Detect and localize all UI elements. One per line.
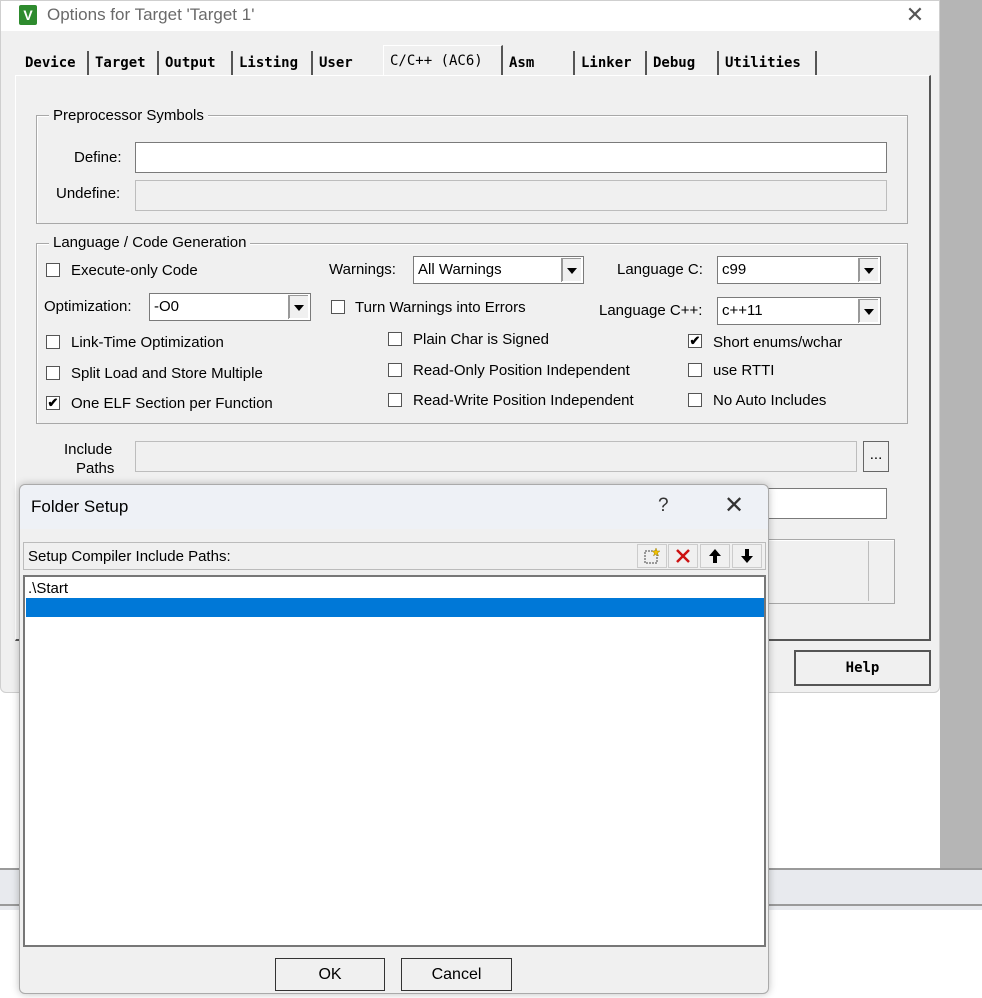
execute-only-label: Execute-only Code: [71, 262, 198, 279]
chevron-down-icon[interactable]: [288, 295, 309, 319]
tab-listing[interactable]: Listing: [233, 51, 313, 75]
language-group-title: Language / Code Generation: [49, 234, 251, 251]
help-icon[interactable]: ?: [658, 495, 669, 517]
tab-output[interactable]: Output: [159, 51, 233, 75]
warnings-errors-checkbox[interactable]: [331, 300, 345, 314]
language-c-label: Language C:: [617, 261, 703, 278]
tab-utilities[interactable]: Utilities: [719, 51, 817, 75]
tab-linker[interactable]: Linker: [575, 51, 647, 75]
warnings-select[interactable]: All Warnings: [413, 256, 584, 284]
warnings-value: All Warnings: [418, 261, 502, 278]
chevron-down-icon[interactable]: [561, 258, 582, 282]
tab-asm[interactable]: Asm: [503, 51, 575, 75]
tab-cc-ac6[interactable]: C/C++ (AC6): [383, 45, 503, 75]
preprocessor-group-title: Preprocessor Symbols: [49, 107, 208, 124]
rtti-checkbox[interactable]: [688, 363, 702, 377]
optimization-value: -O0: [154, 298, 180, 315]
tab-user[interactable]: User: [313, 51, 383, 75]
language-c-value: c99: [722, 261, 747, 278]
chevron-down-icon[interactable]: [858, 299, 879, 323]
define-input[interactable]: [135, 142, 887, 173]
split-load-checkbox[interactable]: [46, 366, 60, 380]
include-paths-list[interactable]: .\Start: [23, 575, 766, 947]
undefine-label: Undefine:: [56, 185, 121, 202]
ro-pi-checkbox[interactable]: [388, 363, 402, 377]
ok-button[interactable]: OK: [275, 958, 385, 991]
include-browse-button[interactable]: ...: [863, 441, 889, 472]
plain-char-label: Plain Char is Signed: [413, 331, 549, 348]
options-close-icon[interactable]: ✕: [903, 1, 927, 29]
tab-device[interactable]: Device: [19, 51, 89, 75]
arrow-up-icon[interactable]: [700, 544, 730, 568]
no-auto-checkbox[interactable]: [688, 393, 702, 407]
ro-pi-label: Read-Only Position Independent: [413, 362, 630, 379]
arrow-down-icon[interactable]: [732, 544, 762, 568]
define-label: Define:: [74, 149, 122, 166]
rw-pi-label: Read-Write Position Independent: [413, 392, 634, 409]
include-label-line2: Paths: [76, 460, 115, 477]
link-time-label: Link-Time Optimization: [71, 334, 224, 351]
short-enums-label: Short enums/wchar: [713, 334, 843, 351]
language-c-select[interactable]: c99: [717, 256, 881, 284]
undefine-input[interactable]: [135, 180, 887, 211]
help-button[interactable]: Help: [794, 650, 931, 686]
misc-controls-input[interactable]: [761, 488, 887, 519]
tab-target[interactable]: Target: [89, 51, 159, 75]
folder-setup-titlebar[interactable]: Folder Setup ? ✕: [20, 485, 768, 529]
include-paths-header-label: Setup Compiler Include Paths:: [28, 548, 231, 565]
include-label-line1: Include: [64, 441, 113, 458]
link-time-checkbox[interactable]: [46, 335, 60, 349]
no-auto-label: No Auto Includes: [713, 392, 827, 409]
plain-char-checkbox[interactable]: [388, 332, 402, 346]
close-icon[interactable]: ✕: [724, 491, 744, 520]
one-elf-label: One ELF Section per Function: [71, 395, 273, 412]
delete-icon[interactable]: [668, 544, 698, 568]
optimization-label: Optimization:: [44, 298, 132, 315]
folder-setup-title: Folder Setup: [31, 497, 129, 516]
optimization-select[interactable]: -O0: [149, 293, 311, 321]
options-titlebar[interactable]: V Options for Target 'Target 1' ✕: [1, 1, 939, 31]
scrollbar-divider: [868, 541, 869, 601]
keil-app-icon: V: [19, 5, 37, 25]
include-paths-input[interactable]: [135, 441, 857, 472]
list-item[interactable]: .\Start: [26, 579, 764, 598]
language-cpp-select[interactable]: c++11: [717, 297, 881, 325]
folder-setup-dialog: Folder Setup ? ✕ Setup Compiler Include …: [19, 484, 769, 994]
one-elf-checkbox[interactable]: ✔: [46, 396, 60, 410]
warnings-errors-label: Turn Warnings into Errors: [355, 299, 526, 316]
desktop-background: [940, 0, 982, 868]
rw-pi-checkbox[interactable]: [388, 393, 402, 407]
warnings-label: Warnings:: [329, 261, 396, 278]
tab-debug[interactable]: Debug: [647, 51, 719, 75]
compiler-control-string-box: [761, 539, 895, 604]
rtti-label: use RTTI: [713, 362, 775, 379]
short-enums-checkbox[interactable]: ✔: [688, 334, 702, 348]
options-title: Options for Target 'Target 1': [47, 5, 255, 24]
list-item-selected[interactable]: [26, 598, 764, 617]
include-paths-header: Setup Compiler Include Paths:: [23, 542, 766, 570]
split-load-label: Split Load and Store Multiple: [71, 365, 263, 382]
new-folder-icon[interactable]: [637, 544, 667, 568]
cancel-button[interactable]: Cancel: [401, 958, 512, 991]
execute-only-checkbox[interactable]: [46, 263, 60, 277]
language-cpp-value: c++11: [722, 302, 763, 319]
chevron-down-icon[interactable]: [858, 258, 879, 282]
language-cpp-label: Language C++:: [599, 302, 703, 319]
